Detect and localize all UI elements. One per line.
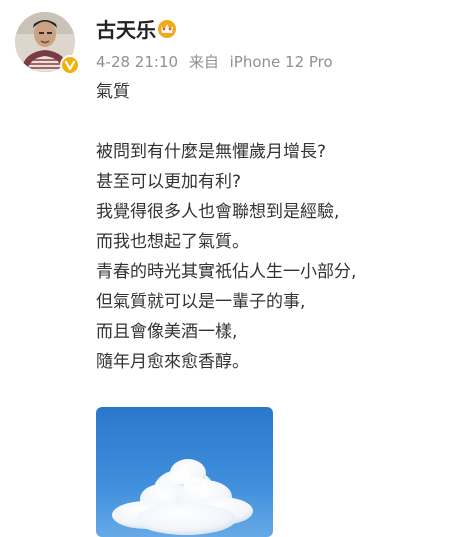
- post-date: 4-28 21:10: [96, 53, 179, 71]
- post-image[interactable]: [96, 407, 273, 537]
- source-prefix: 来自: [188, 53, 219, 71]
- post-meta: 4-28 21:10 来自 iPhone 12 Pro: [96, 51, 333, 72]
- post-line: 甚至可以更加有利?: [96, 172, 242, 192]
- device-name: iPhone 12 Pro: [229, 53, 333, 71]
- verified-badge: [60, 55, 80, 75]
- post-line: 隨年月愈來愈香醇。: [96, 352, 249, 372]
- username[interactable]: 古天乐: [96, 14, 156, 43]
- post-line: 但氣質就可以是一輩子的事,: [96, 292, 306, 312]
- post-line: 我覺得很多人也會聯想到是經驗,: [96, 202, 340, 222]
- post-line: 而我也想起了氣質。: [96, 232, 249, 252]
- post-body: 氣質 被問到有什麼是無懼歲月增長? 甚至可以更加有利? 我覺得很多人也會聯想到是…: [96, 77, 451, 377]
- post-line: 而且會像美酒一樣,: [96, 322, 238, 342]
- sky-cloud-photo: [96, 407, 273, 537]
- verified-v-icon: [64, 60, 76, 71]
- crown-badge-icon[interactable]: [156, 17, 178, 39]
- post-line: 被問到有什麼是無懼歲月增長?: [96, 142, 327, 162]
- post-title: 氣質: [96, 82, 130, 102]
- post-line: 青春的時光其實祇佔人生一小部分,: [96, 262, 357, 282]
